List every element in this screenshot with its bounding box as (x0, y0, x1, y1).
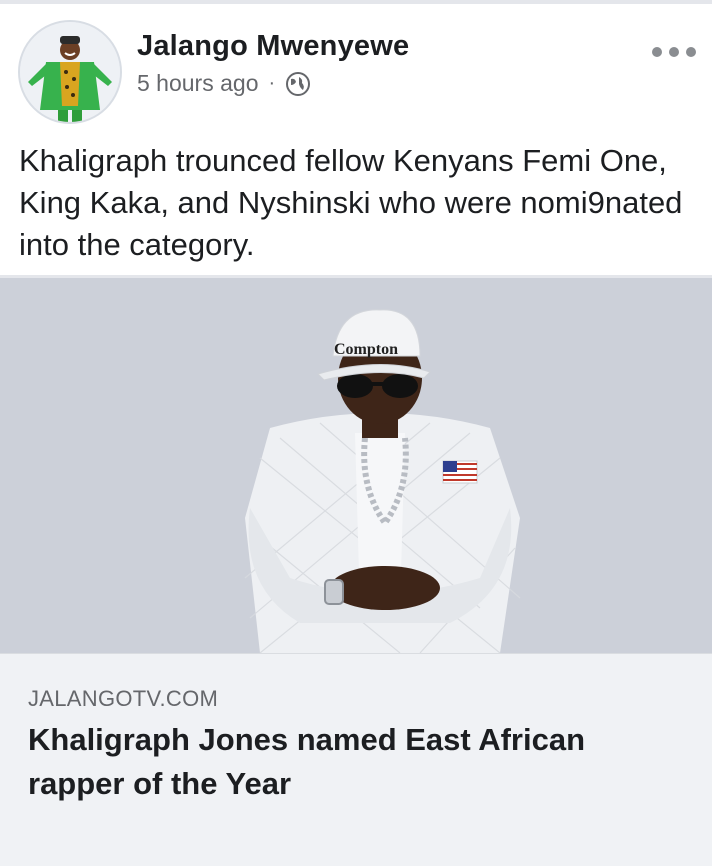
more-options-button[interactable] (652, 40, 696, 64)
post-meta: 5 hours ago · (137, 70, 311, 97)
globe-icon[interactable] (285, 71, 311, 97)
post-time[interactable]: 5 hours ago (137, 70, 258, 97)
post-text: Khaligraph trounced fellow Kenyans Femi … (19, 143, 683, 262)
cap-text: Compton (334, 341, 398, 358)
post-header: Jalango Mwenyewe 5 hours ago · (0, 4, 712, 132)
meta-separator: · (268, 72, 276, 94)
link-preview[interactable]: JALANGOTV.COM Khaligraph Jones named Eas… (0, 653, 712, 866)
author-name[interactable]: Jalango Mwenyewe (137, 30, 409, 63)
link-headline[interactable]: Khaligraph Jones named East African rapp… (28, 718, 648, 806)
avatar[interactable] (18, 20, 122, 124)
post-image[interactable]: Compton (0, 278, 712, 653)
more-dot-icon (669, 47, 679, 57)
more-dot-icon (652, 47, 662, 57)
more-dot-icon (686, 47, 696, 57)
link-domain: JALANGOTV.COM (28, 686, 219, 711)
